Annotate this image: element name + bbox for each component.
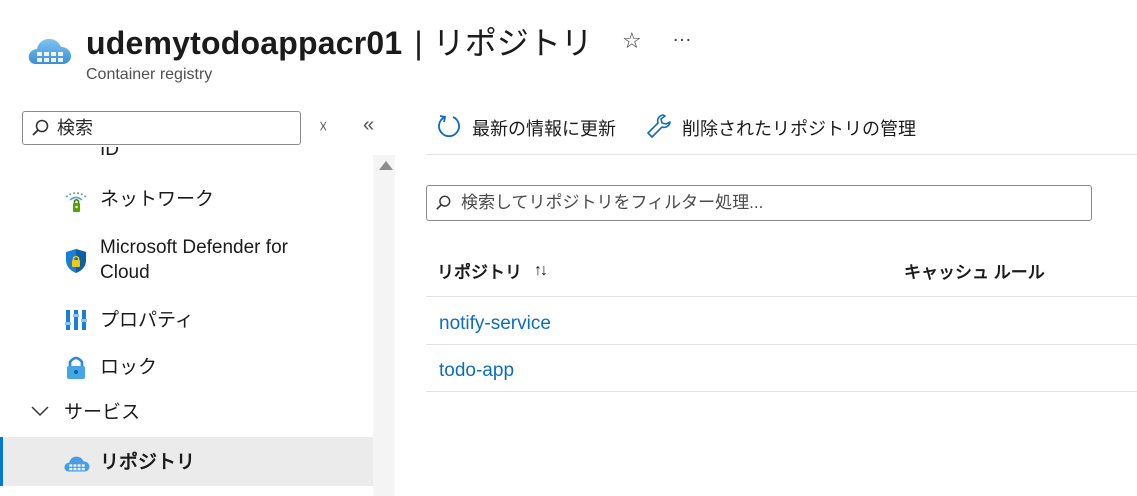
sidebar-item-identity[interactable]: ID xyxy=(0,147,373,163)
sidebar-item-label: ID xyxy=(100,147,119,160)
manage-deleted-repositories-button[interactable]: 削除されたリポジトリの管理 xyxy=(646,113,916,143)
sidebar-group-label: サービス xyxy=(64,402,141,423)
network-icon xyxy=(64,190,88,214)
sidebar-item-properties[interactable]: プロパティ xyxy=(0,305,373,335)
properties-icon xyxy=(64,308,88,332)
page-name: リポジトリ xyxy=(432,25,593,61)
chevron-down-icon xyxy=(30,403,50,419)
page-title: udemytodoappacr01 | リポジトリ xyxy=(86,18,593,64)
sidebar-item-label: Microsoft Defender for Cloud xyxy=(100,237,288,283)
container-registry-logo-icon xyxy=(28,30,72,66)
search-icon xyxy=(31,119,49,137)
sidebar-item-defender[interactable]: Microsoft Defender for Cloud xyxy=(0,232,373,288)
container-registry-icon xyxy=(64,451,90,473)
column-header-cache-rule: キャッシュ ルール xyxy=(904,263,1045,282)
sidebar-item-label: リポジトリ xyxy=(100,452,196,473)
sidebar-item-repositories[interactable]: リポジトリ xyxy=(0,437,373,486)
column-header-label: リポジトリ xyxy=(437,263,522,282)
scroll-up-arrow-icon[interactable] xyxy=(379,161,393,170)
refresh-label: 最新の情報に更新 xyxy=(472,119,616,139)
favorite-star-icon[interactable]: ☆ xyxy=(622,28,642,54)
sidebar-group-services[interactable]: サービス xyxy=(0,398,373,428)
sidebar-item-label: ネットワーク xyxy=(100,189,215,210)
title-separator: | xyxy=(414,25,423,61)
sidebar-scrollbar[interactable] xyxy=(373,155,395,496)
manage-deleted-label: 削除されたリポジトリの管理 xyxy=(682,119,916,139)
refresh-button[interactable]: 最新の情報に更新 xyxy=(436,113,616,143)
sidebar-item-label: プロパティ xyxy=(100,310,194,331)
sidebar-item-label: ロック xyxy=(100,357,158,378)
sidebar-search-box[interactable] xyxy=(22,111,301,145)
sidebar-search-input[interactable] xyxy=(57,114,293,142)
repository-filter-box[interactable] xyxy=(426,185,1092,221)
sort-arrows-icon: ↑↓ xyxy=(534,261,548,279)
column-header-repository[interactable]: リポジトリ ↑↓ xyxy=(437,258,548,283)
refresh-icon xyxy=(436,113,462,144)
repository-link[interactable]: notify-service xyxy=(439,313,551,335)
defender-shield-icon xyxy=(64,248,88,273)
sidebar-item-network[interactable]: ネットワーク xyxy=(0,185,373,215)
collapse-sidebar-icon[interactable]: « xyxy=(363,114,374,137)
lock-icon xyxy=(64,355,88,379)
toolbar-divider xyxy=(426,154,1137,155)
repository-link[interactable]: todo-app xyxy=(439,360,514,382)
clear-search-icon[interactable]: ☓ xyxy=(319,117,328,137)
sidebar-item-lock[interactable]: ロック xyxy=(0,352,373,382)
search-icon xyxy=(435,195,451,211)
wrench-icon xyxy=(646,113,672,144)
more-actions-icon[interactable]: … xyxy=(672,24,693,47)
resource-name: udemytodoappacr01 xyxy=(86,25,403,61)
resource-type-subtitle: Container registry xyxy=(86,66,213,83)
table-row-divider xyxy=(426,391,1137,392)
table-row-divider xyxy=(426,344,1137,345)
selection-indicator xyxy=(0,437,3,486)
table-header-divider xyxy=(426,296,1137,297)
repository-filter-input[interactable] xyxy=(461,189,1081,217)
